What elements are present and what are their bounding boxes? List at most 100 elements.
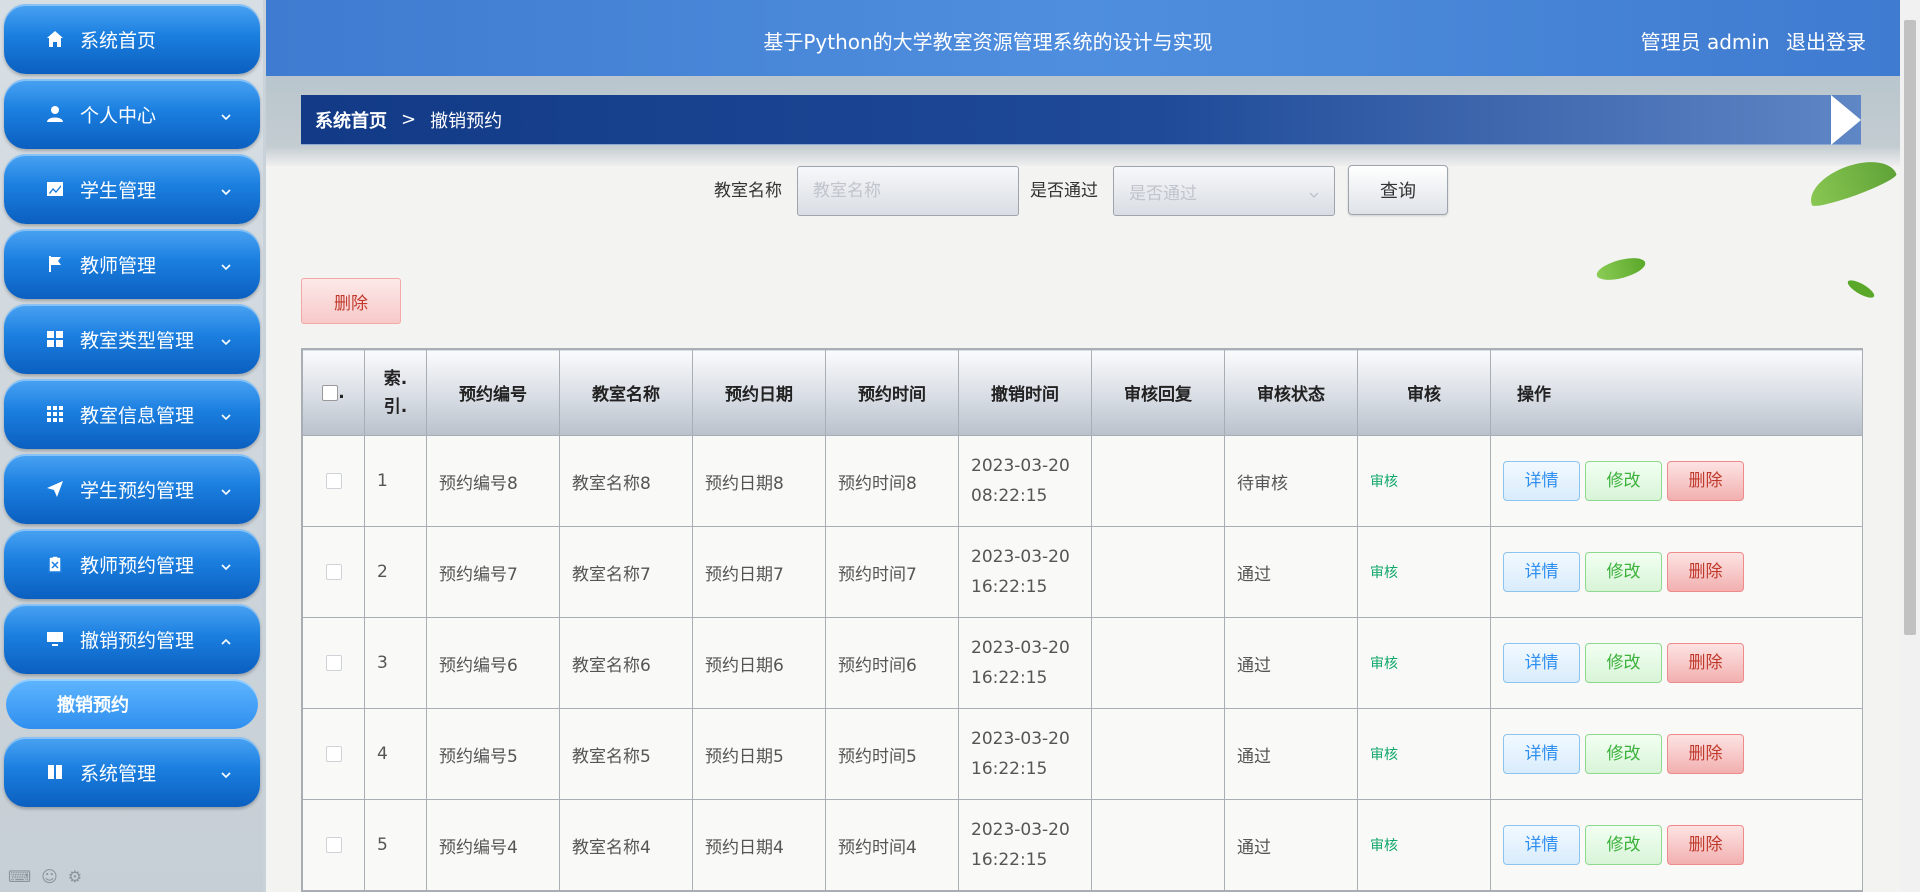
table-row: 4 预约编号5 教室名称5 预约日期5 预约时间5 2023-03-20 16:22:15 通… [302, 708, 1862, 800]
row-checkbox[interactable] [325, 746, 342, 762]
detail-button[interactable]: 详情 [1503, 643, 1580, 683]
page-scrollbar[interactable] [1900, 0, 1920, 892]
cell-date: 预约日期8 [692, 435, 826, 527]
sidebar: 系统首页 个人中心 学生管理 教师管理 教室类型管理 教室信息管理 学生预约管理… [0, 0, 263, 892]
cell-cancel-time: 2023-03-20 16:22:15 [958, 708, 1092, 800]
edit-button[interactable]: 修改 [1585, 461, 1662, 501]
cancel-date: 2023-03-20 [971, 456, 1070, 476]
cell-booking-no: 预约编号6 [426, 617, 560, 709]
cell-audit: 审核 [1357, 799, 1491, 891]
audit-link[interactable]: 审核 [1370, 656, 1398, 672]
cell-audit: 审核 [1357, 617, 1491, 709]
row-delete-button[interactable]: 删除 [1667, 461, 1744, 501]
sidebar-subitem-cancel-booking[interactable]: 撤销预约 [6, 679, 258, 729]
cell-status: 通过 [1224, 526, 1358, 618]
row-delete-button[interactable]: 删除 [1667, 552, 1744, 592]
cell-actions: 详情 修改 删除 [1490, 435, 1862, 527]
checkbox-header-suffix: . [338, 382, 345, 403]
sidebar-item-student-management[interactable]: 学生管理 [4, 154, 260, 224]
scrollbar-thumb[interactable] [1904, 20, 1916, 635]
detail-button[interactable]: 详情 [1503, 825, 1580, 865]
breadcrumb-current: 撤销预约 [430, 110, 503, 132]
cancel-clock: 16:22:15 [971, 759, 1048, 779]
cell-index: 1 [364, 435, 427, 527]
sidebar-item-label: 教师预约管理 [80, 554, 195, 577]
sidebar-item-cancel-booking-management[interactable]: 撤销预约管理 [4, 604, 260, 674]
cancel-clock: 16:22:15 [971, 850, 1048, 870]
row-checkbox-cell [302, 435, 365, 527]
emoji-icon[interactable]: ☺ [41, 867, 58, 886]
column-header-date: 预约日期 [692, 349, 826, 436]
detail-button[interactable]: 详情 [1503, 552, 1580, 592]
cell-booking-no: 预约编号4 [426, 799, 560, 891]
row-checkbox[interactable] [325, 473, 342, 489]
row-delete-button[interactable]: 删除 [1667, 643, 1744, 683]
sidebar-item-home[interactable]: 系统首页 [4, 4, 260, 74]
sidebar-item-label: 系统管理 [80, 762, 157, 785]
cell-reply [1091, 617, 1225, 709]
sidebar-item-system-management[interactable]: 系统管理 [4, 737, 260, 807]
sidebar-item-teacher-management[interactable]: 教师管理 [4, 229, 260, 299]
edit-button[interactable]: 修改 [1585, 734, 1662, 774]
chevron-down-icon [220, 181, 232, 196]
edit-button[interactable]: 修改 [1585, 825, 1662, 865]
chevron-down-icon [220, 556, 232, 571]
table-header-row: . 索. 引. 预约编号 教室名称 预约日期 预约时间 撤销时间 审核回复 审核… [302, 349, 1862, 436]
paper-plane-icon [44, 478, 66, 500]
sidebar-item-label: 教师管理 [80, 254, 157, 277]
sidebar-item-classroom-info-management[interactable]: 教室信息管理 [4, 379, 260, 449]
settings-icon[interactable]: ⚙ [68, 867, 82, 886]
sidebar-item-personal-center[interactable]: 个人中心 [4, 79, 260, 149]
sidebar-item-label: 学生管理 [80, 179, 157, 202]
sidebar-item-classroom-type-management[interactable]: 教室类型管理 [4, 304, 260, 374]
approved-label: 是否通过 [1030, 181, 1098, 201]
query-button[interactable]: 查询 [1348, 165, 1448, 215]
row-checkbox[interactable] [325, 564, 342, 580]
audit-link[interactable]: 审核 [1370, 565, 1398, 581]
cell-date: 预约日期6 [692, 617, 826, 709]
edit-button[interactable]: 修改 [1585, 552, 1662, 592]
user-area: 管理员 admin 退出登录 [1631, 26, 1866, 55]
breadcrumb-home[interactable]: 系统首页 [315, 107, 387, 133]
chart-icon [44, 178, 66, 200]
audit-link[interactable]: 审核 [1370, 838, 1398, 854]
breadcrumb-arrow-decoration [1831, 95, 1861, 145]
cell-status: 通过 [1224, 799, 1358, 891]
cell-actions: 详情 修改 删除 [1490, 708, 1862, 800]
row-delete-button[interactable]: 删除 [1667, 734, 1744, 774]
classroom-name-label: 教室名称 [714, 181, 782, 201]
chevron-down-icon [220, 256, 232, 271]
column-header-actions: 操作 [1490, 349, 1862, 436]
cell-reply [1091, 435, 1225, 527]
cell-index: 4 [364, 708, 427, 800]
sidebar-item-label: 教室信息管理 [80, 404, 195, 427]
keyboard-icon[interactable]: ⌨ [8, 867, 31, 886]
approved-select[interactable]: 是否通过 [1113, 166, 1335, 216]
detail-button[interactable]: 详情 [1503, 461, 1580, 501]
edit-button[interactable]: 修改 [1585, 643, 1662, 683]
cell-cancel-time: 2023-03-20 16:22:15 [958, 799, 1092, 891]
cell-booking-no: 预约编号8 [426, 435, 560, 527]
row-delete-button[interactable]: 删除 [1667, 825, 1744, 865]
approved-select-placeholder: 是否通过 [1129, 183, 1197, 204]
home-icon [44, 28, 66, 50]
classroom-name-input[interactable] [797, 166, 1019, 216]
cell-reply [1091, 708, 1225, 800]
detail-button[interactable]: 详情 [1503, 734, 1580, 774]
app-title: 基于Python的大学教室资源管理系统的设计与实现 [763, 30, 1213, 54]
sidebar-item-student-booking-management[interactable]: 学生预约管理 [4, 454, 260, 524]
row-checkbox[interactable] [325, 655, 342, 671]
audit-link[interactable]: 审核 [1370, 747, 1398, 763]
audit-link[interactable]: 审核 [1370, 474, 1398, 490]
sidebar-subitem-label: 撤销预约 [57, 695, 129, 716]
sidebar-item-label: 学生预约管理 [80, 479, 195, 502]
cancel-clock: 16:22:15 [971, 668, 1048, 688]
logout-link[interactable]: 退出登录 [1786, 30, 1866, 54]
user-label: 管理员 admin [1640, 30, 1770, 54]
select-all-checkbox[interactable] [322, 384, 339, 401]
cancel-clock: 08:22:15 [971, 486, 1048, 506]
row-checkbox[interactable] [325, 837, 342, 853]
column-header-cancel-time: 撤销时间 [958, 349, 1092, 436]
batch-delete-button[interactable]: 删除 [301, 278, 401, 324]
sidebar-item-teacher-booking-management[interactable]: 教师预约管理 [4, 529, 260, 599]
